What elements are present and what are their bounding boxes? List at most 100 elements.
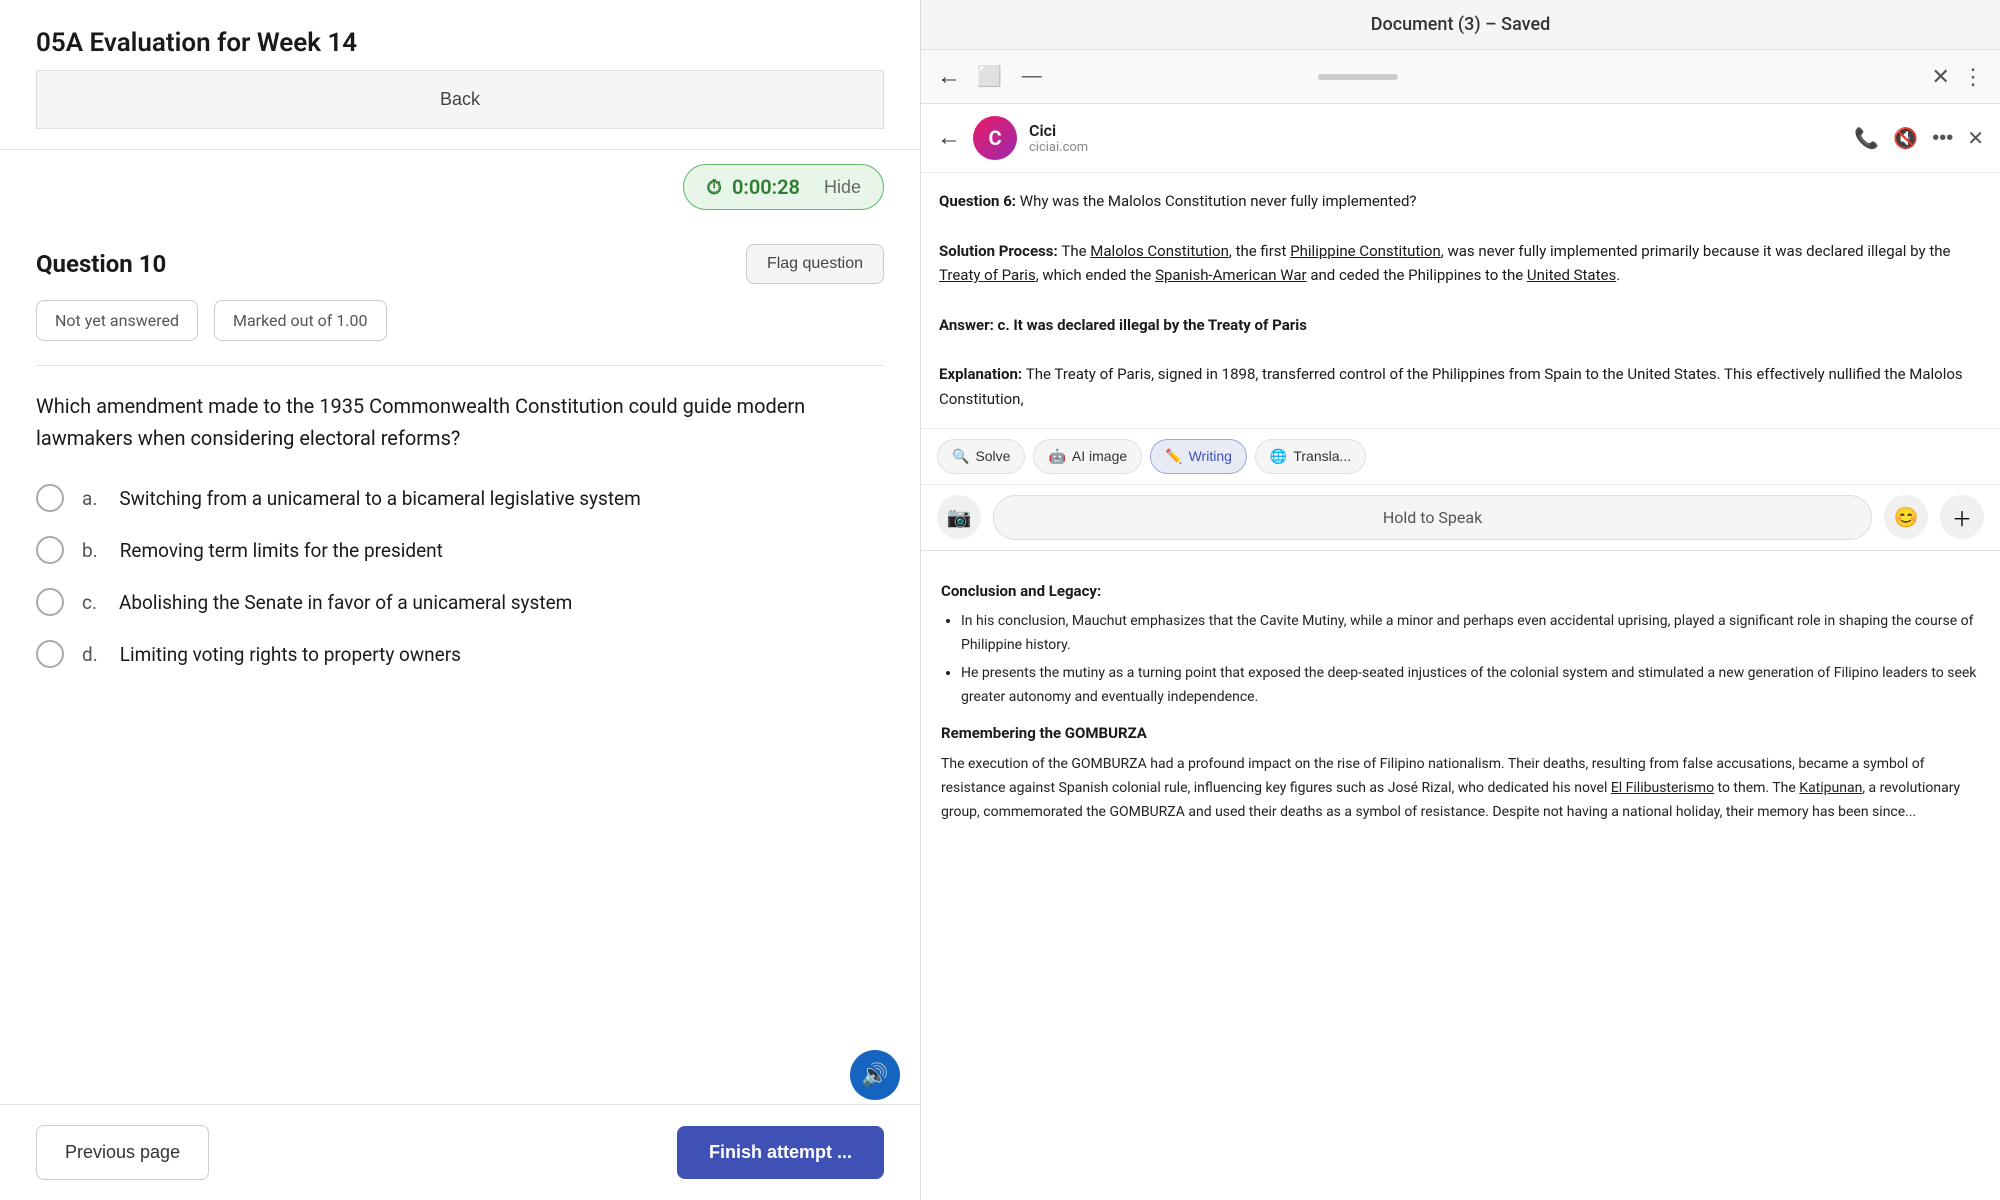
- option-d-letter: d.: [82, 643, 98, 666]
- radio-c[interactable]: [36, 588, 64, 616]
- solution-text-5: .: [1616, 266, 1620, 284]
- back-bar: Back: [36, 70, 884, 129]
- quiz-panel: 05A Evaluation for Week 14 Back ⏱ 0:00:2…: [0, 0, 920, 1200]
- mute-button[interactable]: 🔇: [1893, 126, 1918, 151]
- more-options-button[interactable]: •••: [1932, 127, 1953, 150]
- solution-text-1: , the first: [1229, 242, 1290, 260]
- malolos-constitution-link[interactable]: Malolos Constitution: [1090, 242, 1229, 260]
- question-label: Question 6:: [939, 192, 1020, 210]
- back-button[interactable]: Back: [440, 89, 480, 110]
- answer-label: Answer: c. It was declared illegal by th…: [939, 316, 1307, 334]
- writing-label: Writing: [1189, 448, 1232, 464]
- writing-button[interactable]: ✏️ Writing: [1150, 439, 1247, 474]
- solve-button[interactable]: 🔍 Solve: [937, 439, 1025, 474]
- conclusion-item-2: He presents the mutiny as a turning poin…: [961, 662, 1980, 710]
- radio-d[interactable]: [36, 640, 64, 668]
- conclusion-heading: Conclusion and Legacy:: [941, 579, 1980, 605]
- avatar: C: [973, 116, 1017, 160]
- solution-text-4: and ceded the Philippines to the: [1307, 266, 1527, 284]
- option-c[interactable]: c. Abolishing the Senate in favor of a u…: [36, 588, 884, 616]
- timer-badge: ⏱ 0:00:28 Hide: [683, 164, 884, 210]
- previous-page-button[interactable]: Previous page: [36, 1125, 209, 1180]
- doc-close-button[interactable]: ✕: [1932, 64, 1950, 90]
- conclusion-item-1: In his conclusion, Mauchut emphasizes th…: [961, 610, 1980, 658]
- assistant-name: Cici: [1029, 121, 1088, 140]
- assistant-panel: ← C Cici ciciai.com 📞 🔇 ••• ✕ Question 6…: [921, 104, 2000, 551]
- add-button[interactable]: ＋: [1940, 495, 1984, 539]
- question-6-text: Why was the Malolos Constitution never f…: [1020, 192, 1417, 210]
- question-text: Which amendment made to the 1935 Commonw…: [36, 390, 884, 454]
- assistant-domain: ciciai.com: [1029, 140, 1088, 155]
- avatar-letter: C: [988, 126, 1001, 150]
- gomburza-text: The execution of the GOMBURZA had a prof…: [941, 753, 1980, 824]
- document-panel: Document (3) – Saved ← ⬜ — ✕ ⋮ ← C Cici …: [920, 0, 2000, 1200]
- option-b[interactable]: b. Removing term limits for the presiden…: [36, 536, 884, 564]
- radio-a[interactable]: [36, 484, 64, 512]
- status-row: Not yet answered Marked out of 1.00: [36, 300, 884, 366]
- option-b-text: Removing term limits for the president: [120, 539, 443, 562]
- assistant-actions: 📞 🔇 ••• ✕: [1854, 126, 1984, 151]
- hold-to-speak[interactable]: Hold to Speak: [993, 495, 1872, 540]
- option-a-text: Switching from a unicameral to a bicamer…: [119, 487, 640, 510]
- radio-b[interactable]: [36, 536, 64, 564]
- writing-icon: ✏️: [1165, 448, 1182, 465]
- option-a[interactable]: a. Switching from a unicameral to a bica…: [36, 484, 884, 512]
- document-title: Document (3) – Saved: [1371, 14, 1551, 35]
- close-assistant-button[interactable]: ✕: [1967, 126, 1984, 151]
- katipunan-link[interactable]: Katipunan: [1799, 780, 1862, 796]
- gomburza-heading: Remembering the GOMBURZA: [941, 721, 1980, 747]
- emoji-button[interactable]: 😊: [1884, 495, 1928, 539]
- document-toolbar: ← ⬜ — ✕ ⋮: [921, 50, 2000, 104]
- flag-question-button[interactable]: Flag question: [746, 244, 884, 284]
- timer-icon: ⏱: [706, 175, 722, 199]
- doc-minimize-button[interactable]: —: [1018, 61, 1046, 92]
- document-text-area: Conclusion and Legacy: In his conclusion…: [921, 551, 2000, 1200]
- assistant-toolbar: 🔍 Solve 🤖 AI image ✏️ Writing 🌐 Transla.…: [921, 428, 2000, 484]
- document-title-bar: Document (3) – Saved: [921, 0, 2000, 50]
- question-header-row: Question 10 Flag question: [36, 244, 884, 284]
- assistant-back-button[interactable]: ←: [937, 124, 961, 152]
- call-button[interactable]: 📞: [1854, 126, 1879, 151]
- assistant-content: Question 6: Why was the Malolos Constitu…: [921, 173, 2000, 428]
- option-c-text: Abolishing the Senate in favor of a unic…: [119, 591, 572, 614]
- explanation-text: The Treaty of Paris, signed in 1898, tra…: [939, 365, 1963, 408]
- philippine-constitution-link[interactable]: Philippine Constitution: [1290, 242, 1441, 260]
- united-states-link[interactable]: United States: [1527, 266, 1616, 284]
- conclusion-list: In his conclusion, Mauchut emphasizes th…: [941, 610, 1980, 709]
- question-number: Question 10: [36, 250, 166, 278]
- ai-image-label: AI image: [1072, 448, 1127, 464]
- option-b-letter: b.: [82, 539, 98, 562]
- quiz-title: 05A Evaluation for Week 14: [36, 28, 884, 58]
- doc-scroll-indicator: [1318, 74, 1398, 80]
- translate-icon: 🌐: [1270, 448, 1287, 465]
- option-d-text: Limiting voting rights to property owner…: [120, 643, 461, 666]
- translate-label: Transla...: [1293, 448, 1351, 464]
- finish-attempt-button[interactable]: Finish attempt ...: [677, 1126, 884, 1179]
- timer-row: ⏱ 0:00:28 Hide: [0, 150, 920, 224]
- assistant-header: ← C Cici ciciai.com 📞 🔇 ••• ✕: [921, 104, 2000, 173]
- translate-button[interactable]: 🌐 Transla...: [1255, 439, 1366, 474]
- solve-label: Solve: [975, 448, 1010, 464]
- hide-button[interactable]: Hide: [824, 177, 861, 198]
- quiz-header: 05A Evaluation for Week 14 Back: [0, 0, 920, 150]
- assistant-info: Cici ciciai.com: [1029, 121, 1088, 155]
- camera-button[interactable]: 📷: [937, 495, 981, 539]
- solution-process-label: Solution Process:: [939, 242, 1061, 260]
- question-area: Question 10 Flag question Not yet answer…: [0, 224, 920, 1104]
- doc-back-button[interactable]: ←: [937, 63, 961, 91]
- audio-fab[interactable]: 🔊: [850, 1050, 900, 1100]
- doc-window-button[interactable]: ⬜: [973, 60, 1006, 93]
- treaty-of-paris-link[interactable]: Treaty of Paris: [939, 266, 1036, 284]
- spanish-american-war-link[interactable]: Spanish-American War: [1155, 266, 1307, 284]
- option-d[interactable]: d. Limiting voting rights to property ow…: [36, 640, 884, 668]
- ai-image-button[interactable]: 🤖 AI image: [1033, 439, 1142, 474]
- quiz-footer: Previous page Finish attempt ...: [0, 1104, 920, 1200]
- option-a-letter: a.: [82, 487, 97, 510]
- el-filibusterismo-link[interactable]: El Filibusterismo: [1611, 780, 1714, 796]
- explanation-label: Explanation:: [939, 365, 1026, 383]
- doc-more-button[interactable]: ⋮: [1962, 64, 1984, 90]
- options-list: a. Switching from a unicameral to a bica…: [36, 484, 884, 668]
- timer-display: 0:00:28: [732, 175, 800, 199]
- solve-icon: 🔍: [952, 448, 969, 465]
- solution-text-2: , was never fully implemented primarily …: [1441, 242, 1951, 260]
